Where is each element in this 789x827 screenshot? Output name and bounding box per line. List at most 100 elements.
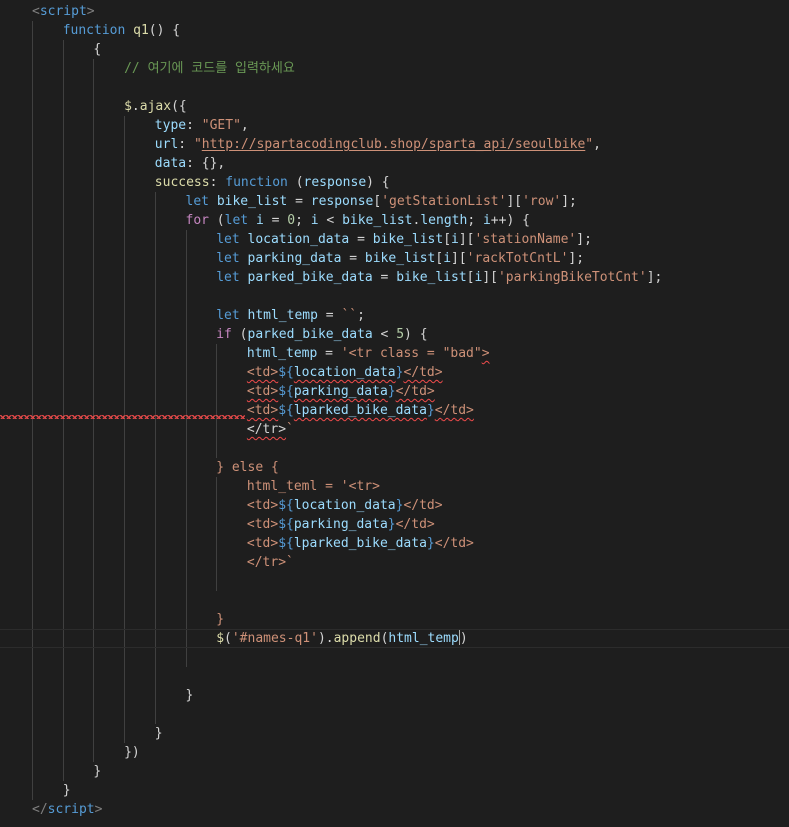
code-token: i xyxy=(443,251,452,266)
code-line-content: </tr>` xyxy=(247,553,294,572)
code-token: ) { xyxy=(404,327,428,342)
code-token: = xyxy=(341,251,365,266)
code-line[interactable]: if (parked_bike_data < 5) { xyxy=(0,325,789,344)
code-token: `` xyxy=(341,308,358,323)
code-line-content: let html_temp = ``; xyxy=(216,306,365,325)
code-line[interactable]: } xyxy=(0,762,789,781)
code-line[interactable]: $('#names-q1').append(html_temp) xyxy=(0,629,789,648)
code-line[interactable]: let parking_data = bike_list[i]['rackTot… xyxy=(0,249,789,268)
code-token: data xyxy=(154,156,187,171)
code-token: location_data xyxy=(293,498,396,513)
code-token: ]; xyxy=(561,194,577,209)
code-token: = xyxy=(317,346,341,361)
code-token: ( xyxy=(287,175,304,190)
code-token: ${ xyxy=(278,536,294,551)
code-token: 'stationName' xyxy=(474,232,577,247)
code-line[interactable]: function q1() { xyxy=(0,21,789,40)
code-token: i xyxy=(310,213,319,228)
code-token: 'rackTotCntL' xyxy=(466,251,569,266)
code-line-content: let bike_list = response['getStationList… xyxy=(186,192,577,211)
code-line[interactable]: } xyxy=(0,686,789,705)
code-line[interactable] xyxy=(0,648,789,667)
code-line[interactable]: <td>${parking_data}</td> xyxy=(0,382,789,401)
code-line-content: $('#names-q1').append(html_temp) xyxy=(216,630,468,647)
code-line[interactable]: </script> xyxy=(0,800,789,819)
code-token: </ xyxy=(32,802,48,817)
code-token: ( xyxy=(224,631,232,646)
code-line[interactable]: html_temp = '<tr class = "bad"> xyxy=(0,344,789,363)
code-token: 'getStationList' xyxy=(381,194,507,209)
code-line[interactable] xyxy=(0,572,789,591)
code-line[interactable]: success: function (response) { xyxy=(0,173,789,192)
code-line[interactable]: html_teml = '<tr> xyxy=(0,477,789,496)
code-line[interactable]: { xyxy=(0,40,789,59)
code-token: < xyxy=(372,327,397,342)
code-line-content: }) xyxy=(124,743,140,762)
code-line[interactable] xyxy=(0,78,789,97)
code-line-content: for (let i = 0; i < bike_list.length; i+… xyxy=(186,211,530,230)
code-token: } xyxy=(154,726,163,741)
code-line[interactable]: let location_data = bike_list[i]['statio… xyxy=(0,230,789,249)
code-line[interactable]: <script> xyxy=(0,2,789,21)
code-line[interactable]: <td>${lparked_bike_data}</td> xyxy=(0,534,789,553)
code-token: </td> xyxy=(403,365,443,380)
code-token: bike_list xyxy=(342,213,413,228)
code-line[interactable]: for (let i = 0; i < bike_list.length; i+… xyxy=(0,211,789,230)
code-token: $ xyxy=(124,99,132,114)
code-editor[interactable]: <script> function q1() {{// 여기에 코드를 입력하세요… xyxy=(0,0,789,827)
code-line[interactable]: <td>${location_data}</td> xyxy=(0,363,789,382)
code-token: ]; xyxy=(576,232,592,247)
code-line[interactable]: </tr>` xyxy=(0,420,789,439)
code-line-content: <td>${parking_data}</td> xyxy=(247,515,435,534)
code-line[interactable]: $.ajax({ xyxy=(0,97,789,116)
code-line-content: $.ajax({ xyxy=(124,97,187,116)
code-line[interactable] xyxy=(0,439,789,458)
code-line[interactable]: } xyxy=(0,724,789,743)
code-line-content: type: "GET", xyxy=(155,116,249,135)
code-token: ]; xyxy=(568,251,585,266)
code-token: } xyxy=(387,517,396,532)
code-token: ${ xyxy=(278,517,294,532)
code-line[interactable]: </tr>` xyxy=(0,553,789,572)
code-line[interactable]: data: {}, xyxy=(0,154,789,173)
code-token: else xyxy=(231,460,264,475)
code-line[interactable]: let parked_bike_data = bike_list[i]['par… xyxy=(0,268,789,287)
code-token: for xyxy=(185,213,209,228)
code-token: length xyxy=(420,213,468,228)
code-line-content: html_teml = '<tr> xyxy=(247,477,380,496)
code-token: i xyxy=(255,213,264,228)
code-line[interactable] xyxy=(0,287,789,306)
code-token: let xyxy=(216,308,240,323)
code-line-content: } xyxy=(63,781,71,800)
code-area[interactable]: <script> function q1() {{// 여기에 코드를 입력하세요… xyxy=(0,2,789,819)
code-line[interactable] xyxy=(0,705,789,724)
code-token: < xyxy=(32,4,40,19)
code-line[interactable] xyxy=(0,591,789,610)
code-token: ) xyxy=(459,631,468,646)
code-token: > xyxy=(94,802,103,817)
code-line[interactable]: } xyxy=(0,781,789,800)
code-line[interactable]: <td>${location_data}</td> xyxy=(0,496,789,515)
code-line[interactable]: } xyxy=(0,610,789,629)
code-token: ][ xyxy=(458,232,475,247)
code-line[interactable]: <td>${parking_data}</td> xyxy=(0,515,789,534)
code-line[interactable]: url: "http://spartacodingclub.shop/spart… xyxy=(0,135,789,154)
code-line[interactable]: }) xyxy=(0,743,789,762)
code-token: url xyxy=(154,137,179,152)
code-line-content: <td>${lparked_bike_data}</td> xyxy=(247,534,474,553)
code-line[interactable]: type: "GET", xyxy=(0,116,789,135)
code-token: parking_data xyxy=(293,384,388,399)
code-line[interactable]: // 여기에 코드를 입력하세요 xyxy=(0,59,789,78)
code-token: [ xyxy=(435,251,444,266)
code-token: </td> xyxy=(434,536,474,551)
code-line[interactable]: let bike_list = response['getStationList… xyxy=(0,192,789,211)
code-line-content: } else { xyxy=(216,458,279,477)
code-token: if xyxy=(216,327,232,342)
code-token: ]; xyxy=(646,270,663,285)
code-line-content: { xyxy=(93,40,101,59)
code-line[interactable]: let html_temp = ``; xyxy=(0,306,789,325)
code-token: > xyxy=(86,4,95,19)
code-token: , xyxy=(593,137,601,152)
code-line[interactable]: } else { xyxy=(0,458,789,477)
code-line[interactable] xyxy=(0,667,789,686)
